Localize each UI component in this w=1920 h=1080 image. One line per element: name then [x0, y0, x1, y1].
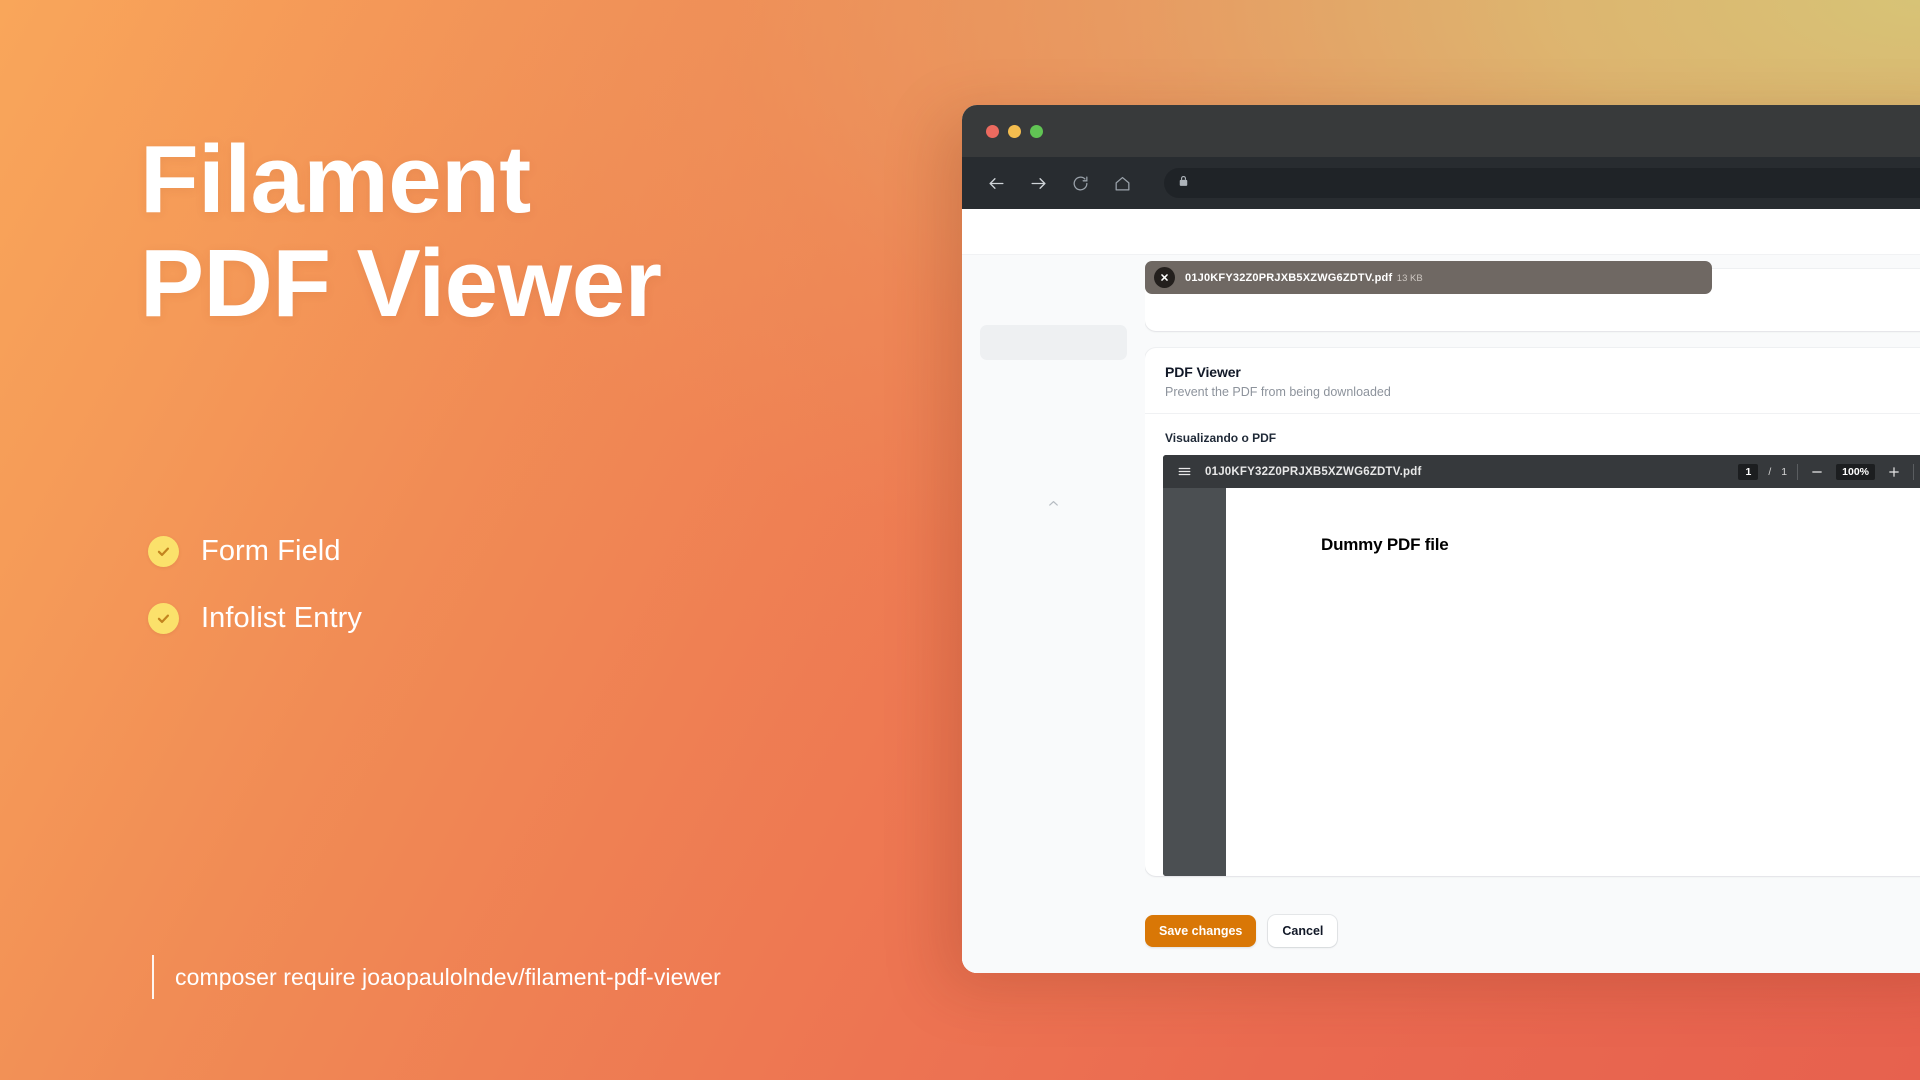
browser-window: 01J0KFY32Z0PRJXB5XZWG6ZDTV.pdf 13 KB PDF… — [962, 105, 1920, 973]
pdf-page-input[interactable]: 1 — [1738, 463, 1759, 480]
forward-icon[interactable] — [1026, 171, 1050, 195]
close-icon[interactable] — [1154, 267, 1175, 288]
file-name: 01J0KFY32Z0PRJXB5XZWG6ZDTV.pdf — [1185, 272, 1393, 285]
command-accent-bar — [152, 955, 154, 999]
pdf-toolbar: 01J0KFY32Z0PRJXB5XZWG6ZDTV.pdf 1 / 1 100… — [1163, 455, 1920, 488]
uploaded-file-item[interactable]: 01J0KFY32Z0PRJXB5XZWG6ZDTV.pdf 13 KB — [1145, 261, 1712, 294]
app-sidebar — [962, 255, 1145, 973]
hamburger-menu-icon[interactable] — [1175, 463, 1193, 481]
field-label: Visualizando o PDF — [1165, 431, 1277, 445]
pdf-stage: Dummy PDF file — [1163, 488, 1920, 876]
pdf-page-total: 1 — [1781, 465, 1788, 478]
pdf-embed: 01J0KFY32Z0PRJXB5XZWG6ZDTV.pdf 1 / 1 100… — [1163, 455, 1920, 876]
pdf-zoom-level[interactable]: 100% — [1836, 463, 1875, 480]
back-icon[interactable] — [984, 171, 1008, 195]
feature-list: Form Field Infolist Entry — [148, 535, 362, 669]
pdf-file-name: 01J0KFY32Z0PRJXB5XZWG6ZDTV.pdf — [1205, 465, 1422, 478]
divider — [1913, 463, 1914, 480]
lock-icon — [1178, 174, 1189, 192]
sidebar-placeholder-block — [980, 325, 1127, 360]
list-item: Form Field — [148, 535, 362, 568]
save-button[interactable]: Save changes — [1145, 915, 1257, 947]
install-command: composer require joaopaulolndev/filament… — [152, 955, 721, 999]
file-upload-card: 01J0KFY32Z0PRJXB5XZWG6ZDTV.pdf 13 KB — [1145, 261, 1920, 331]
form-actions: Save changes Cancel — [1145, 893, 1920, 973]
section-subtitle: Prevent the PDF from being downloaded — [1165, 385, 1391, 399]
window-maximize-button[interactable] — [1030, 124, 1043, 138]
pdf-page: Dummy PDF file — [1226, 488, 1920, 876]
reload-icon[interactable] — [1068, 171, 1092, 195]
home-icon[interactable] — [1110, 171, 1134, 195]
app-body: 01J0KFY32Z0PRJXB5XZWG6ZDTV.pdf 13 KB PDF… — [962, 255, 1920, 973]
browser-titlebar — [962, 105, 1920, 157]
promo-panel: Filament PDF Viewer Form Field Infolist … — [0, 0, 960, 1080]
headline-line-2: PDF Viewer — [140, 229, 662, 337]
file-size: 13 KB — [1396, 273, 1423, 285]
check-circle-icon — [148, 603, 179, 634]
pdf-toolbar-controls: 1 / 1 100% — [1738, 463, 1920, 481]
app-main-content: 01J0KFY32Z0PRJXB5XZWG6ZDTV.pdf 13 KB PDF… — [1145, 255, 1920, 973]
command-text: composer require joaopaulolndev/filament… — [175, 963, 721, 990]
pdf-page-separator: / — [1768, 465, 1772, 478]
plus-icon[interactable] — [1885, 463, 1903, 481]
window-minimize-button[interactable] — [1008, 124, 1021, 138]
address-bar[interactable] — [1164, 168, 1920, 198]
page-title: Filament PDF Viewer — [140, 126, 662, 337]
check-circle-icon — [148, 536, 179, 567]
app-topbar — [962, 209, 1920, 255]
chevron-up-icon[interactable] — [962, 496, 1145, 511]
divider — [1797, 463, 1799, 480]
pdf-viewer-card: PDF Viewer Prevent the PDF from being do… — [1145, 348, 1920, 876]
filament-app: 01J0KFY32Z0PRJXB5XZWG6ZDTV.pdf 13 KB PDF… — [962, 209, 1920, 973]
pdf-viewer-section-header: PDF Viewer Prevent the PDF from being do… — [1145, 348, 1920, 414]
headline-line-1: Filament — [140, 126, 531, 233]
file-meta: 01J0KFY32Z0PRJXB5XZWG6ZDTV.pdf 13 KB — [1185, 268, 1423, 286]
feature-label: Infolist Entry — [201, 602, 362, 634]
pdf-page-text: Dummy PDF file — [1321, 535, 1449, 554]
section-title: PDF Viewer — [1165, 364, 1241, 380]
feature-label: Form Field — [201, 535, 341, 567]
minus-icon[interactable] — [1808, 463, 1826, 481]
cancel-button[interactable]: Cancel — [1268, 915, 1338, 947]
list-item: Infolist Entry — [148, 602, 362, 635]
pdf-sidebar-rail — [1163, 488, 1226, 876]
window-close-button[interactable] — [986, 124, 999, 138]
browser-toolbar — [962, 157, 1920, 209]
